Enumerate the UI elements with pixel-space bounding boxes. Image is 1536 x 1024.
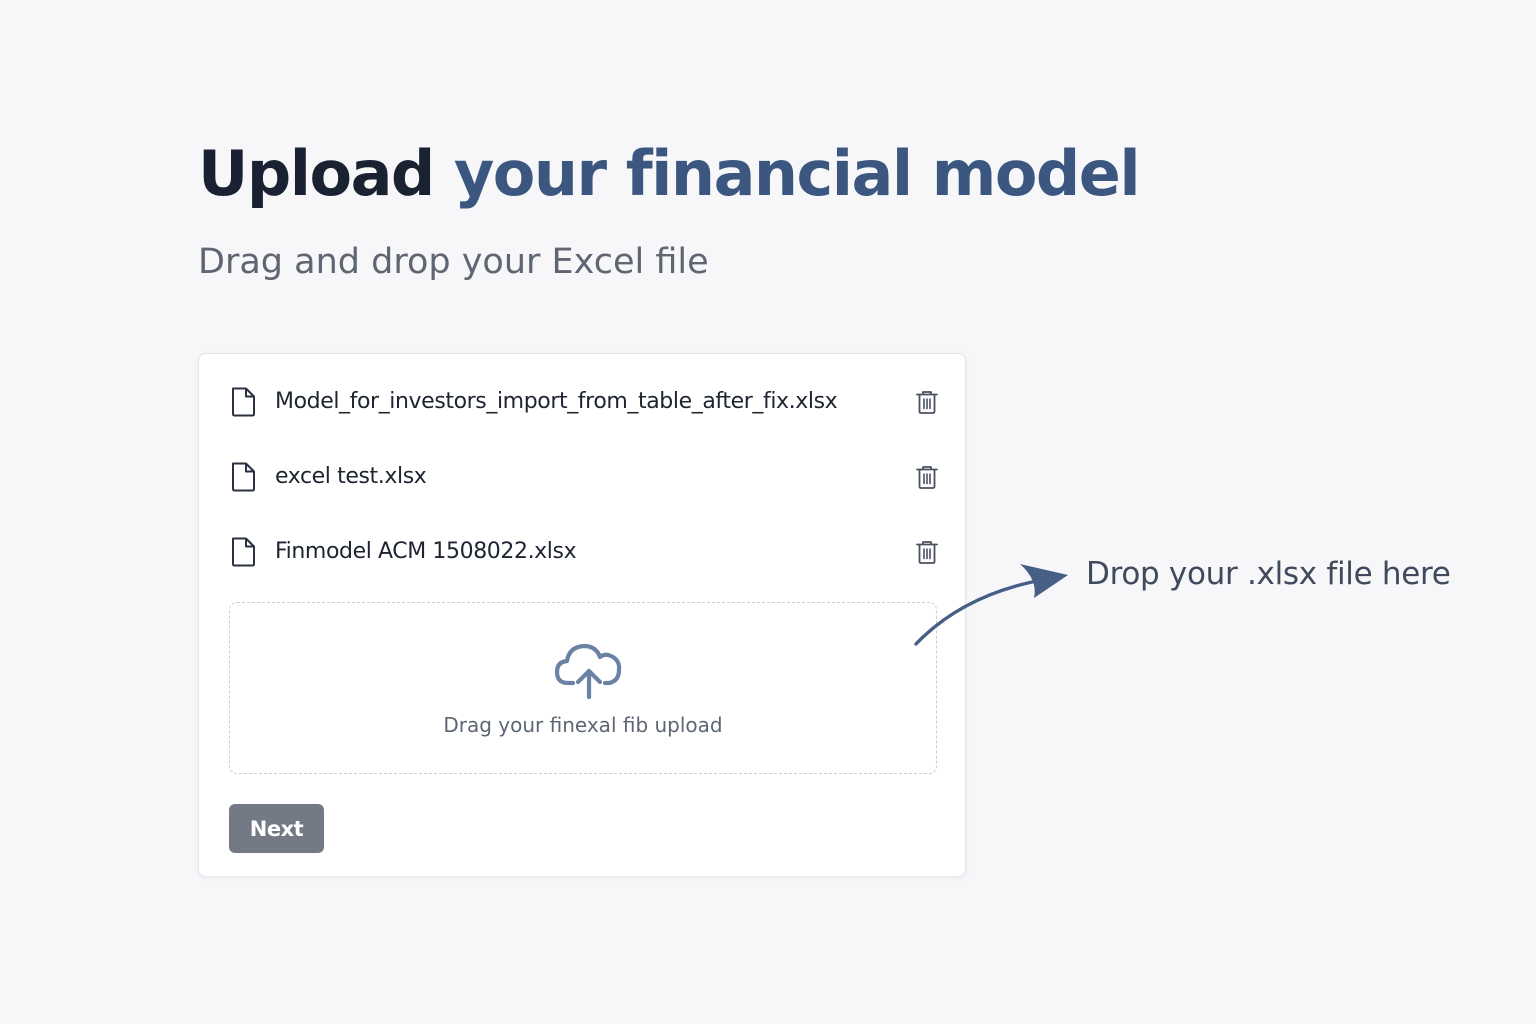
file-list-item: Finmodel ACM 1508022.xlsx bbox=[229, 532, 941, 572]
curved-arrow-icon bbox=[914, 564, 1068, 646]
file-icon bbox=[232, 537, 255, 567]
upload-card: Model_for_investors_import_from_table_af… bbox=[198, 353, 966, 877]
next-button[interactable]: Next bbox=[229, 804, 324, 853]
cloud-upload-icon bbox=[554, 643, 622, 700]
file-name: Model_for_investors_import_from_table_af… bbox=[275, 389, 838, 414]
page-title: Upload your financial model bbox=[198, 136, 1141, 212]
file-icon bbox=[232, 387, 255, 417]
page-subtitle: Drag and drop your Excel file bbox=[198, 242, 709, 282]
delete-file-button[interactable] bbox=[913, 463, 941, 491]
file-name: excel test.xlsx bbox=[275, 464, 427, 489]
drop-hint-text: Drop your .xlsx file here bbox=[1086, 556, 1451, 592]
file-list-item: excel test.xlsx bbox=[229, 457, 941, 497]
file-list-item: Model_for_investors_import_from_table_af… bbox=[229, 382, 941, 422]
dropzone-instructions: Drag your finexal fib upload bbox=[443, 713, 723, 737]
page-title-primary: Upload bbox=[198, 137, 435, 210]
file-dropzone[interactable]: Drag your finexal fib upload bbox=[229, 602, 937, 774]
trash-icon bbox=[916, 391, 938, 414]
trash-icon bbox=[916, 466, 938, 489]
file-icon bbox=[232, 462, 255, 492]
delete-file-button[interactable] bbox=[913, 388, 941, 416]
file-name: Finmodel ACM 1508022.xlsx bbox=[275, 539, 577, 564]
page-title-accent: your financial model bbox=[453, 137, 1141, 210]
